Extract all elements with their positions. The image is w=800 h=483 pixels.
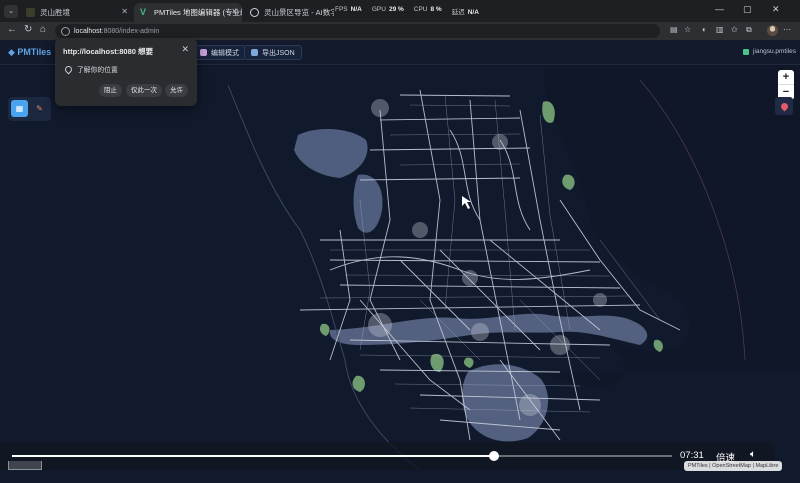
split-screen-icon[interactable]: ▥ xyxy=(716,25,724,34)
browser-window: ⌄ 灵山胜境 ✕ V PMTiles 地图编辑器 (专业编辑版) ✕ 灵山景区导… xyxy=(0,0,800,483)
block-button[interactable]: 阻止 xyxy=(99,84,122,97)
tab-close-icon[interactable]: ✕ xyxy=(231,7,238,16)
video-progress-knob[interactable] xyxy=(489,451,499,461)
draw-tool-button[interactable]: ✎ xyxy=(31,100,48,117)
more-menu-icon[interactable]: ⋯ xyxy=(783,25,791,34)
permission-request-text: 了解你的位置 xyxy=(77,67,118,74)
site-info-icon[interactable] xyxy=(61,26,70,36)
gpu-value: 29 % xyxy=(388,6,404,13)
home-icon[interactable]: ⌂ xyxy=(40,24,46,35)
tab-close-icon[interactable]: ✕ xyxy=(121,7,128,16)
select-tool-icon: ▦ xyxy=(15,104,24,113)
edit-mode-icon xyxy=(200,49,207,56)
vue-favicon-icon: V xyxy=(140,7,147,17)
permission-request-row: 了解你的位置 xyxy=(63,64,118,74)
export-icon xyxy=(251,49,258,56)
collections-icon[interactable]: ⧉ xyxy=(746,25,752,35)
zoom-control: + − xyxy=(778,70,794,100)
cpu-label: CPU xyxy=(413,6,428,13)
url-text: localhost:8080/index-admin xyxy=(74,28,159,35)
allow-once-button[interactable]: 仅此一次 xyxy=(126,84,162,97)
video-time: 07:31 xyxy=(680,450,704,461)
map-drawing xyxy=(0,66,800,483)
edit-mode-button[interactable]: 编辑模式 xyxy=(193,45,246,60)
address-bar[interactable]: localhost:8080/index-admin xyxy=(55,24,660,38)
zoom-in-button[interactable]: + xyxy=(778,70,794,85)
export-json-label: 导出JSON xyxy=(262,49,295,57)
url-host: localhost xyxy=(74,27,102,35)
map-canvas[interactable] xyxy=(0,66,800,483)
tab-lingshan[interactable]: 灵山胜境 ✕ xyxy=(20,3,132,22)
file-indicator: jiangsu.pmtiles xyxy=(743,48,796,55)
extension-icon[interactable]: ◐ xyxy=(702,25,707,34)
pencil-icon: ✎ xyxy=(36,104,43,113)
permission-close-icon[interactable]: ✕ xyxy=(181,44,189,55)
app-logo-text: PMTiles xyxy=(17,47,52,57)
allow-button[interactable]: 允许 xyxy=(165,84,188,97)
tab-lingshan-guide[interactable]: 灵山景区导览 - AI数字人导游 xyxy=(244,3,334,22)
tab-pmtiles-editor[interactable]: V PMTiles 地图编辑器 (专业编辑版) ✕ xyxy=(134,3,242,22)
permission-title: http://localhost:8080 想要 xyxy=(63,47,154,56)
back-icon[interactable]: ← xyxy=(7,24,17,35)
fps-value: N/A xyxy=(350,6,362,13)
export-json-button[interactable]: 导出JSON xyxy=(244,45,302,60)
map-scale-bar xyxy=(8,461,42,470)
site-favicon-icon xyxy=(26,8,35,17)
favorite-star-icon[interactable]: ☆ xyxy=(684,25,691,34)
map-pin-icon xyxy=(779,101,789,111)
minimize-icon[interactable]: — xyxy=(715,4,724,14)
profile-avatar[interactable] xyxy=(767,25,778,36)
tab-menu-button[interactable]: ⌄ xyxy=(4,5,18,18)
gpu-label: GPU xyxy=(371,6,386,13)
globe-icon xyxy=(250,8,259,17)
performance-overlay: FPS N/A GPU 29 % CPU 8 % 延迟 N/A xyxy=(335,6,479,16)
map-attribution[interactable]: PMTiles | OpenStreetMap | MapLibre xyxy=(684,461,783,471)
favorites-icon[interactable]: ✩ xyxy=(731,25,738,34)
url-path: :8080/index-admin xyxy=(101,27,160,35)
tab-title: PMTiles 地图编辑器 (专业编辑版) xyxy=(154,8,242,17)
location-permission-popup: http://localhost:8080 想要 ✕ 了解你的位置 阻止 仅此一… xyxy=(55,38,197,106)
locate-button[interactable] xyxy=(775,97,793,115)
location-icon xyxy=(63,64,74,74)
edit-mode-label: 编辑模式 xyxy=(211,49,239,57)
reload-icon[interactable]: ↻ xyxy=(24,24,32,35)
file-name: jiangsu.pmtiles xyxy=(753,48,796,55)
latency-label: 延迟 xyxy=(451,9,465,16)
tab-title: 灵山胜境 xyxy=(40,8,70,17)
tab-strip: ⌄ 灵山胜境 ✕ V PMTiles 地图编辑器 (专业编辑版) ✕ 灵山景区导… xyxy=(0,0,800,22)
app-logo: ◆ PMTiles xyxy=(8,47,52,57)
maximize-icon[interactable]: ▢ xyxy=(743,4,752,15)
fps-label: FPS xyxy=(335,6,348,13)
close-window-icon[interactable]: ✕ xyxy=(772,4,780,15)
select-tool-button[interactable]: ▦ xyxy=(11,100,28,117)
cpu-value: 8 % xyxy=(430,6,442,13)
tab-title: 灵山景区导览 - AI数字人导游 xyxy=(264,8,334,17)
video-progress-fill xyxy=(12,455,494,457)
volume-icon[interactable]: 🔈︎ xyxy=(750,449,756,460)
file-status-icon xyxy=(743,48,749,55)
latency-value: N/A xyxy=(467,9,479,16)
reader-icon[interactable]: ▤ xyxy=(670,25,678,34)
map-tool-panel: ▦ ✎ xyxy=(8,97,51,121)
